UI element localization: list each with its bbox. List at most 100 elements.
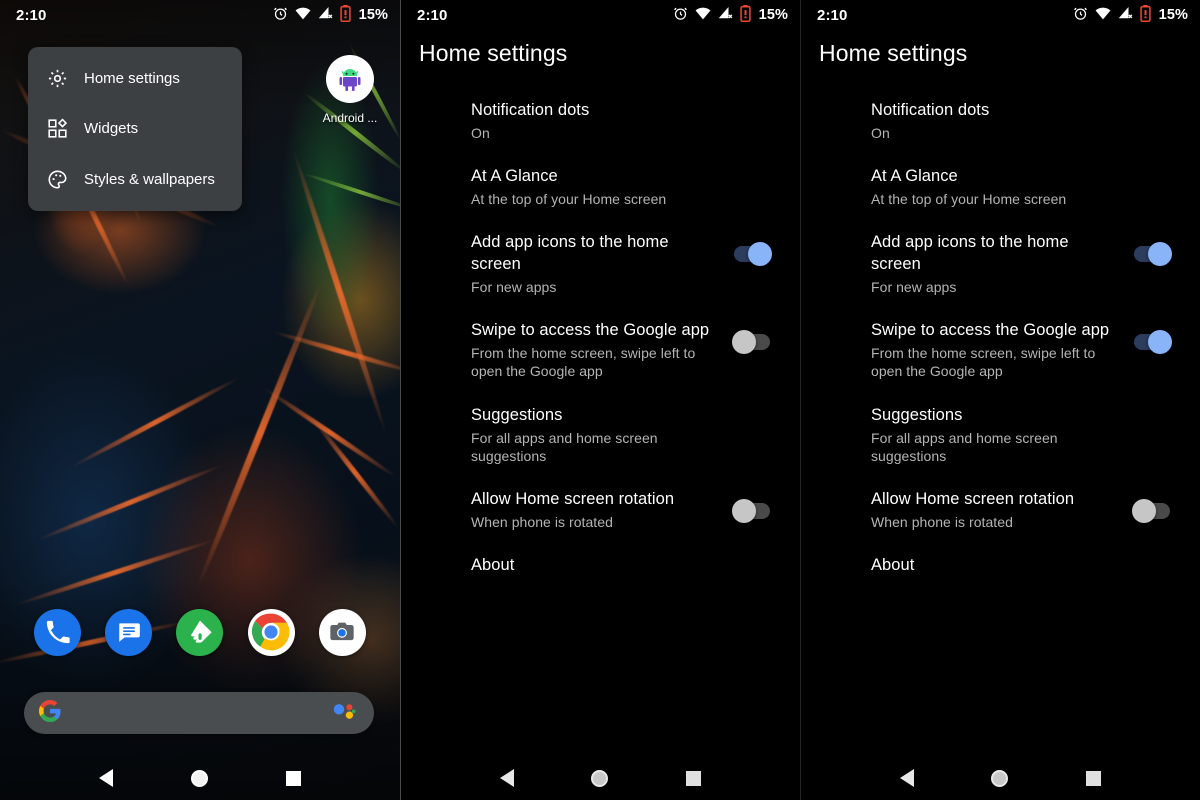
- google-assistant-icon[interactable]: [331, 701, 357, 726]
- home-icon[interactable]: [591, 769, 609, 787]
- settings-row-toggle[interactable]: [1134, 242, 1172, 267]
- settings-row-text: At A Glance At the top of your Home scree…: [471, 166, 666, 208]
- settings-row-text: Notification dots On: [471, 100, 589, 142]
- settings-row[interactable]: About: [401, 543, 800, 597]
- back-icon[interactable]: [499, 769, 514, 787]
- android-robot-icon: [326, 55, 374, 103]
- camera-icon[interactable]: [318, 608, 366, 656]
- settings-row[interactable]: Suggestions For all apps and home screen …: [401, 393, 800, 477]
- navigation-bar: [401, 756, 800, 800]
- settings-row[interactable]: Add app icons to the home screen For new …: [401, 220, 800, 308]
- phone-icon[interactable]: [34, 608, 82, 656]
- popup-item-styles-wallpapers[interactable]: Styles & wallpapers: [28, 157, 242, 203]
- home-app-label: Android ...: [322, 111, 378, 125]
- settings-row-title: At A Glance: [471, 167, 558, 186]
- cellular-no-signal-icon: [318, 6, 333, 24]
- gear-icon: [46, 67, 68, 89]
- toggle-thumb: [732, 330, 756, 355]
- settings-row-subtitle: For new apps: [871, 279, 957, 296]
- settings-row-text: Suggestions For all apps and home screen …: [871, 405, 1121, 465]
- toggle-thumb: [748, 242, 772, 267]
- settings-row[interactable]: Notification dots On: [401, 88, 800, 154]
- settings-row-title: About: [871, 556, 915, 575]
- feedly-icon[interactable]: [176, 608, 224, 656]
- battery-low-icon: [339, 4, 351, 26]
- alarm-icon: [273, 6, 288, 25]
- settings-row-toggle[interactable]: [732, 330, 770, 355]
- toggle-thumb: [1148, 330, 1172, 355]
- popup-item-widgets[interactable]: Widgets: [28, 106, 242, 152]
- recents-icon[interactable]: [686, 770, 702, 786]
- battery-percent-label: 15%: [1158, 7, 1188, 23]
- three-panel-screenshot-comparison: 2:10 15% Home settings Widgets Styles & …: [0, 0, 1200, 800]
- settings-row-subtitle: At the top of your Home screen: [471, 191, 667, 208]
- settings-row[interactable]: Allow Home screen rotation When phone is …: [401, 477, 800, 543]
- page-title: Home settings: [419, 40, 568, 66]
- settings-row[interactable]: Suggestions For all apps and home screen …: [801, 393, 1200, 477]
- settings-row-toggle[interactable]: [732, 498, 770, 523]
- settings-row-text: Swipe to access the Google app From the h…: [471, 320, 721, 380]
- settings-row-subtitle: From the home screen, swipe left to open…: [871, 345, 1096, 380]
- wifi-icon: [695, 7, 711, 24]
- chrome-icon[interactable]: [247, 608, 295, 656]
- settings-row[interactable]: Add app icons to the home screen For new …: [801, 220, 1200, 308]
- google-search-bar[interactable]: [24, 692, 374, 734]
- back-icon[interactable]: [99, 769, 113, 787]
- settings-row[interactable]: Notification dots On: [801, 88, 1200, 154]
- settings-row-subtitle: When phone is rotated: [471, 513, 613, 530]
- settings-row-subtitle: From the home screen, swipe left to open…: [471, 345, 696, 380]
- settings-row-text: Allow Home screen rotation When phone is …: [471, 489, 674, 531]
- back-icon[interactable]: [899, 769, 914, 787]
- settings-row-toggle[interactable]: [1132, 498, 1170, 523]
- messages-icon[interactable]: [105, 608, 153, 656]
- settings-row-subtitle: For all apps and home screen suggestions: [471, 429, 658, 464]
- status-bar-time: 2:10: [417, 6, 448, 24]
- alarm-icon: [1073, 6, 1088, 25]
- popup-item-home-settings[interactable]: Home settings: [28, 55, 242, 101]
- settings-row-text: Suggestions For all apps and home screen …: [471, 405, 721, 465]
- battery-low-icon: [739, 4, 751, 26]
- battery-percent-label: 15%: [758, 7, 788, 23]
- settings-row-title: Swipe to access the Google app: [871, 321, 1110, 340]
- settings-row[interactable]: Allow Home screen rotation When phone is …: [801, 477, 1200, 543]
- popup-item-label: Home settings: [84, 69, 180, 87]
- settings-row[interactable]: Swipe to access the Google app From the h…: [801, 308, 1200, 392]
- settings-row[interactable]: At A Glance At the top of your Home scree…: [801, 154, 1200, 220]
- settings-row-toggle[interactable]: [734, 242, 772, 267]
- settings-row-text: Allow Home screen rotation When phone is …: [871, 489, 1074, 531]
- wifi-icon: [1095, 7, 1111, 24]
- settings-row-title: About: [471, 556, 515, 575]
- cellular-no-signal-icon: [1118, 6, 1133, 24]
- settings-row-text: About: [871, 555, 914, 577]
- wifi-icon: [295, 7, 311, 24]
- settings-row-text: About: [471, 555, 514, 577]
- settings-row-text: Add app icons to the home screen For new …: [471, 232, 721, 296]
- status-bar-time: 2:10: [16, 6, 47, 24]
- home-longpress-popup-menu: Home settings Widgets Styles & wallpaper…: [28, 47, 242, 211]
- settings-row-subtitle: For all apps and home screen suggestions: [871, 429, 1058, 464]
- toggle-thumb: [732, 498, 756, 523]
- popup-item-label: Widgets: [84, 120, 139, 138]
- dock: [0, 604, 400, 660]
- settings-row-title: Allow Home screen rotation: [471, 489, 675, 508]
- settings-row-title: Add app icons to the home screen: [871, 233, 1069, 274]
- settings-row-subtitle: On: [471, 124, 490, 141]
- settings-row[interactable]: About: [801, 543, 1200, 597]
- recents-icon[interactable]: [286, 770, 301, 786]
- settings-row-title: Allow Home screen rotation: [871, 489, 1075, 508]
- home-icon[interactable]: [191, 769, 208, 787]
- home-app-icon-android[interactable]: Android ...: [322, 55, 378, 125]
- status-bar: 2:10 15%: [801, 0, 1200, 30]
- settings-row-title: Suggestions: [871, 405, 963, 424]
- panel-home-settings: 2:10 15% Home settings Notification dots…: [400, 0, 800, 800]
- settings-row[interactable]: At A Glance At the top of your Home scree…: [401, 154, 800, 220]
- home-icon[interactable]: [991, 769, 1009, 787]
- toggle-thumb: [1148, 242, 1172, 267]
- settings-row-text: Notification dots On: [871, 100, 989, 142]
- settings-row-toggle[interactable]: [1134, 330, 1172, 355]
- settings-row[interactable]: Swipe to access the Google app From the h…: [401, 308, 800, 392]
- settings-row-subtitle: At the top of your Home screen: [871, 191, 1067, 208]
- panel-home-settings-variant: 2:10 15% Home settings Notification dots…: [800, 0, 1200, 800]
- recents-icon[interactable]: [1086, 770, 1102, 786]
- navigation-bar: [801, 756, 1200, 800]
